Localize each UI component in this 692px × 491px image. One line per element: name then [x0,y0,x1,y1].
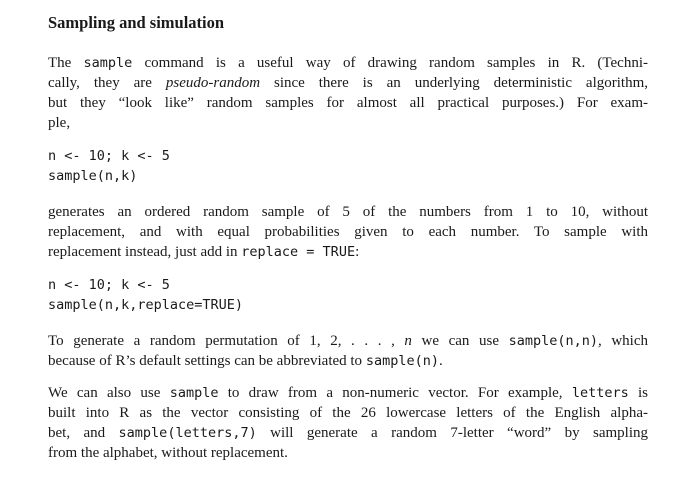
code-line: n <- 10; k <- 5 [48,277,170,293]
intro-paragraph: The sample command is a useful way of dr… [48,53,648,133]
document-page: Sampling and simulation The sample comma… [48,8,648,463]
text-line: replacement, and with equal probabilitie… [48,224,648,240]
code-block: n <- 10; k <- 5 sample(n,k) [48,146,648,186]
code-block: n <- 10; k <- 5 sample(n,k,replace=TRUE) [48,275,648,315]
inline-code: sample(n,n) [508,333,598,349]
text-line: from the alphabet, without replacement. [48,445,288,461]
emphasis: pseudo-random [165,75,261,91]
code-line: sample(n,k,replace=TRUE) [48,297,244,313]
text-line: but they “look like” random samples for … [48,95,648,111]
text-line: The sample command is a useful way of dr… [48,55,649,71]
code-line: n <- 10; k <- 5 [48,148,170,164]
paragraph: generates an ordered random sample of 5 … [48,202,648,262]
text-line: cally, they are pseudo-random since ther… [48,75,648,91]
emphasis: n [404,333,412,349]
paragraph: To generate a random permutation of 1, 2… [48,331,648,371]
text-line: built into R as the vector consisting of… [48,405,648,421]
text-line: We can also use sample to draw from a no… [48,385,649,401]
inline-code: sample(n) [365,353,439,369]
text-line: bet, and sample(letters,7) will generate… [48,425,648,441]
text-line: ple, [48,115,71,131]
inline-code: sample [83,55,133,71]
inline-code: replace = TRUE [241,244,356,260]
section-title: Sampling and simulation [48,13,225,32]
inline-code: sample(letters,7) [118,425,257,441]
code-line: sample(n,k) [48,168,138,184]
text-line: generates an ordered random sample of 5 … [48,204,648,220]
paragraph: We can also use sample to draw from a no… [48,383,648,463]
text-line: replacement instead, just add in replace… [48,244,360,260]
inline-code: sample [169,385,219,401]
text-line: To generate a random permutation of 1, 2… [48,333,648,349]
inline-code: letters [571,385,629,401]
text-line: because of R’s default settings can be a… [48,353,443,369]
